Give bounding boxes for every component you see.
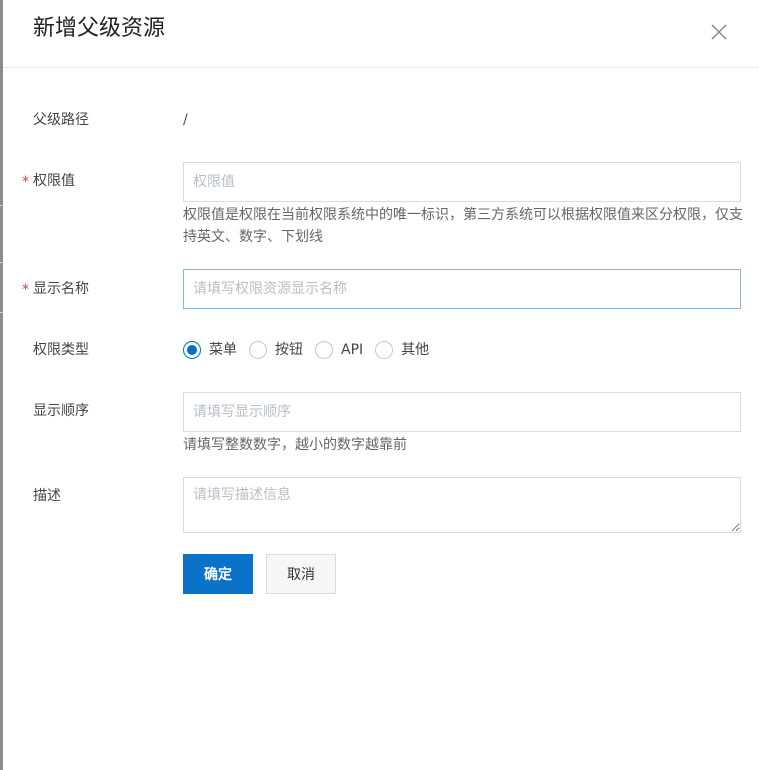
display-name-input[interactable] [183, 269, 741, 309]
required-marker: * [22, 174, 29, 190]
display-order-help: 请填写整数数字，越小的数字越靠前 [183, 437, 407, 453]
permission-value-help: 权限值是权限在当前权限系统中的唯一标识，第三方系统可以根据权限值来区分权限，仅支… [183, 207, 743, 245]
radio-label: API [341, 342, 364, 358]
close-icon [707, 20, 731, 44]
display-order-label: 显示顺序 [33, 403, 89, 419]
radio-button-checked[interactable] [183, 341, 201, 359]
radio-button[interactable] [249, 341, 267, 359]
radio-label: 按钮 [275, 342, 303, 358]
radio-option-other[interactable]: 其他 [375, 340, 429, 360]
permission-type-label: 权限类型 [33, 342, 89, 358]
radio-label: 菜单 [209, 342, 237, 358]
radio-option-api[interactable]: API [315, 340, 363, 360]
parent-path-label: 父级路径 [33, 112, 89, 128]
close-button[interactable] [707, 20, 731, 44]
permission-value-label: 权限值 [33, 173, 75, 189]
display-order-input[interactable] [183, 392, 741, 432]
permission-value-input[interactable] [183, 162, 741, 202]
required-marker: * [22, 282, 29, 298]
radio-label: 其他 [401, 342, 430, 358]
confirm-button[interactable]: 确定 [183, 554, 253, 594]
description-textarea[interactable] [183, 477, 741, 533]
radio-option-button[interactable]: 按钮 [249, 340, 303, 360]
radio-option-menu[interactable]: 菜单 [183, 340, 237, 360]
display-name-label: 显示名称 [33, 281, 89, 297]
parent-path-value: / [183, 112, 188, 128]
radio-button[interactable] [315, 341, 333, 359]
add-parent-resource-dialog: 新增父级资源 父级路径 / * 权限值 权限值是权限在当前权限系统中的唯一标识，… [3, 0, 759, 770]
cancel-button[interactable]: 取消 [266, 554, 336, 594]
description-label: 描述 [33, 488, 61, 504]
radio-button[interactable] [375, 341, 394, 359]
dialog-header: 新增父级资源 [3, 0, 759, 68]
permission-type-radio-group: 菜单 按钮 API 其他 [183, 338, 441, 362]
dialog-title: 新增父级资源 [33, 16, 166, 41]
